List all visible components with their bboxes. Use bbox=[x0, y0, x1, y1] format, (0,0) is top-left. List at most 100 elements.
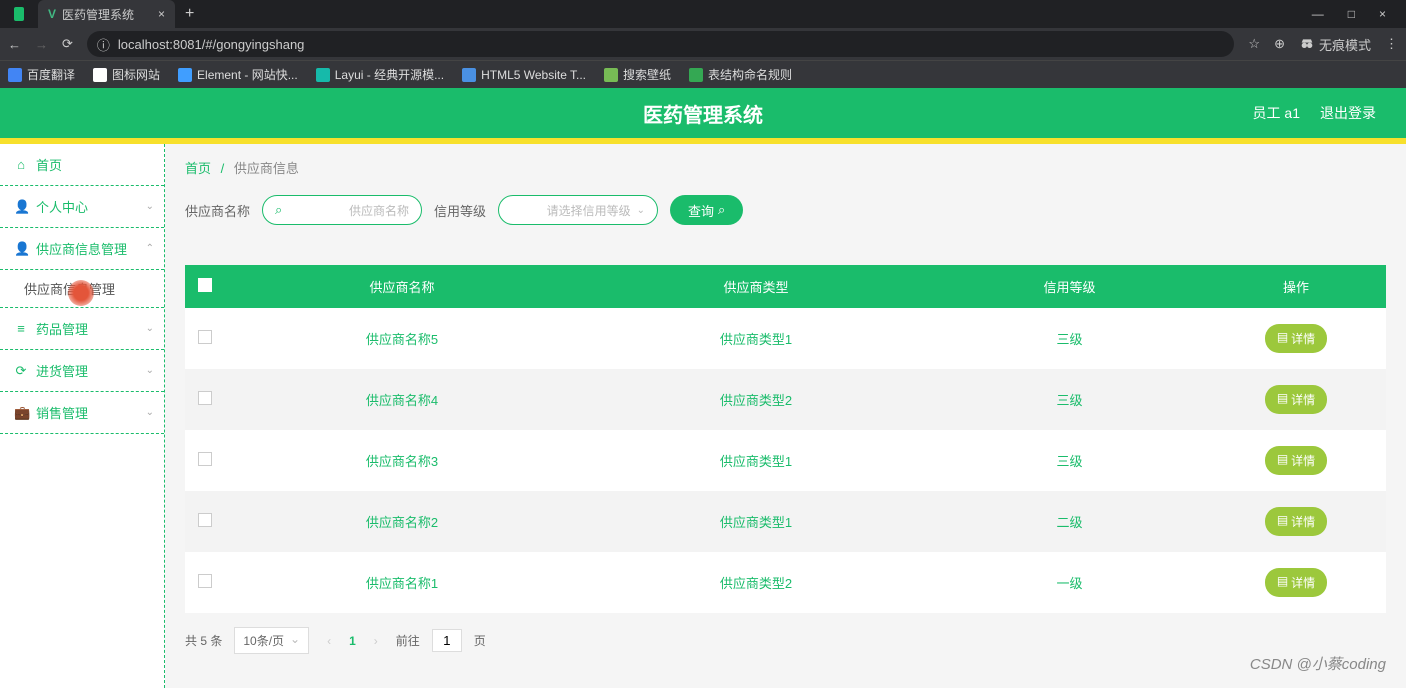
address-bar: ← → ⟳ ⓘ localhost:8081/#/gongyingshang ☆… bbox=[0, 28, 1406, 60]
detail-button[interactable]: ▤ 详情 bbox=[1265, 385, 1327, 414]
cell-name: 供应商名称3 bbox=[225, 430, 579, 491]
row-checkbox[interactable] bbox=[198, 513, 212, 527]
sidebar-item-profile[interactable]: 👤个人中心⌄ bbox=[0, 186, 164, 228]
goto-input[interactable] bbox=[432, 629, 462, 652]
search-form: 供应商名称 ⌕ 供应商名称 信用等级 请选择信用等级 ⌄ 查询⌕ bbox=[185, 195, 1386, 225]
row-checkbox[interactable] bbox=[198, 391, 212, 405]
tab-other[interactable] bbox=[4, 0, 34, 28]
cell-name: 供应商名称2 bbox=[225, 491, 579, 552]
cell-type: 供应商类型1 bbox=[579, 430, 933, 491]
watermark: CSDN @小蔡coding bbox=[1250, 653, 1386, 674]
total-text: 共 5 条 bbox=[185, 632, 222, 649]
cell-type: 供应商类型1 bbox=[579, 308, 933, 369]
bookmark-item[interactable]: 百度翻译 bbox=[8, 66, 75, 83]
detail-button[interactable]: ▤ 详情 bbox=[1265, 568, 1327, 597]
incognito-icon[interactable]: 无痕模式 bbox=[1299, 35, 1371, 54]
cell-level: 三级 bbox=[933, 430, 1206, 491]
cell-name: 供应商名称4 bbox=[225, 369, 579, 430]
star-icon[interactable]: ☆ bbox=[1248, 36, 1260, 52]
list-icon: ≡ bbox=[14, 321, 28, 336]
forward-icon[interactable]: → bbox=[35, 37, 48, 52]
name-input[interactable]: ⌕ 供应商名称 bbox=[262, 195, 422, 225]
prev-page-button[interactable]: ‹ bbox=[321, 634, 337, 648]
user-icon: 👤 bbox=[14, 241, 28, 257]
detail-button[interactable]: ▤ 详情 bbox=[1265, 324, 1327, 353]
col-name: 供应商名称 bbox=[225, 265, 579, 308]
back-icon[interactable]: ← bbox=[8, 37, 21, 52]
url-input[interactable]: ⓘ localhost:8081/#/gongyingshang bbox=[87, 31, 1235, 57]
bookmark-item[interactable]: 搜索壁纸 bbox=[604, 66, 671, 83]
main-content: 首页 / 供应商信息 供应商名称 ⌕ 供应商名称 信用等级 请选择信用等级 ⌄ … bbox=[165, 144, 1406, 688]
table-row: 供应商名称1 供应商类型2 一级 ▤ 详情 bbox=[185, 552, 1386, 613]
doc-icon: ▤ bbox=[1277, 513, 1288, 530]
browser-tab-active[interactable]: V 医药管理系统 × bbox=[38, 0, 175, 28]
col-type: 供应商类型 bbox=[579, 265, 933, 308]
user-label[interactable]: 员工 a1 bbox=[1253, 103, 1300, 123]
chevron-down-icon: ⌄ bbox=[146, 407, 154, 418]
cell-type: 供应商类型2 bbox=[579, 369, 933, 430]
doc-icon: ▤ bbox=[1277, 452, 1288, 469]
breadcrumb: 首页 / 供应商信息 bbox=[185, 158, 1386, 177]
next-page-button[interactable]: › bbox=[368, 634, 384, 648]
url-text: localhost:8081/#/gongyingshang bbox=[118, 37, 304, 52]
search-icon: ⌕ bbox=[275, 202, 282, 218]
cell-type: 供应商类型1 bbox=[579, 491, 933, 552]
table-row: 供应商名称3 供应商类型1 三级 ▤ 详情 bbox=[185, 430, 1386, 491]
bookmark-item[interactable]: Element - 网站快... bbox=[178, 66, 298, 83]
bookmark-item[interactable]: 表结构命名规则 bbox=[689, 66, 792, 83]
row-checkbox[interactable] bbox=[198, 330, 212, 344]
sidebar-item-sales[interactable]: 💼销售管理⌄ bbox=[0, 392, 164, 434]
cell-level: 一级 bbox=[933, 552, 1206, 613]
page-size-select[interactable]: 10条/页⌄ bbox=[234, 627, 309, 654]
sidebar-item-supplier[interactable]: 👤供应商信息管理⌃ bbox=[0, 228, 164, 270]
browser-tab-strip: V 医药管理系统 × + — □ × bbox=[0, 0, 1406, 28]
supplier-table: 供应商名称 供应商类型 信用等级 操作 供应商名称5 供应商类型1 三级 ▤ 详… bbox=[185, 265, 1386, 613]
row-checkbox[interactable] bbox=[198, 452, 212, 466]
detail-button[interactable]: ▤ 详情 bbox=[1265, 446, 1327, 475]
name-label: 供应商名称 bbox=[185, 201, 250, 220]
extension-icon[interactable]: ⊕ bbox=[1274, 36, 1285, 52]
close-icon[interactable]: × bbox=[158, 7, 165, 21]
doc-icon: ▤ bbox=[1277, 391, 1288, 408]
sidebar-sub-supplier-info[interactable]: 供应商信息管理 bbox=[0, 270, 164, 308]
reload-icon[interactable]: ⟳ bbox=[62, 36, 73, 52]
level-select[interactable]: 请选择信用等级 ⌄ bbox=[498, 195, 658, 225]
col-action: 操作 bbox=[1206, 265, 1386, 308]
table-row: 供应商名称5 供应商类型1 三级 ▤ 详情 bbox=[185, 308, 1386, 369]
breadcrumb-home[interactable]: 首页 bbox=[185, 161, 211, 176]
chevron-down-icon: ⌄ bbox=[146, 201, 154, 212]
close-window-icon[interactable]: × bbox=[1379, 7, 1386, 21]
sidebar: ⌂首页 👤个人中心⌄ 👤供应商信息管理⌃ 供应商信息管理 ≡药品管理⌄ ⟳进货管… bbox=[0, 144, 165, 688]
home-icon: ⌂ bbox=[14, 157, 28, 172]
sidebar-item-purchase[interactable]: ⟳进货管理⌄ bbox=[0, 350, 164, 392]
menu-icon[interactable]: ⋮ bbox=[1385, 36, 1398, 52]
cell-name: 供应商名称5 bbox=[225, 308, 579, 369]
doc-icon: ▤ bbox=[1277, 330, 1288, 347]
app-title: 医药管理系统 bbox=[643, 99, 763, 128]
sidebar-item-home[interactable]: ⌂首页 bbox=[0, 144, 164, 186]
page-suffix: 页 bbox=[474, 632, 486, 649]
logout-link[interactable]: 退出登录 bbox=[1320, 103, 1376, 123]
app-header: 医药管理系统 员工 a1 退出登录 bbox=[0, 88, 1406, 138]
info-icon: ⓘ bbox=[97, 35, 110, 54]
new-tab-button[interactable]: + bbox=[185, 5, 194, 23]
cell-type: 供应商类型2 bbox=[579, 552, 933, 613]
row-checkbox[interactable] bbox=[198, 574, 212, 588]
sidebar-item-medicine[interactable]: ≡药品管理⌄ bbox=[0, 308, 164, 350]
page-current[interactable]: 1 bbox=[349, 634, 356, 648]
bookmark-item[interactable]: HTML5 Website T... bbox=[462, 68, 586, 82]
detail-button[interactable]: ▤ 详情 bbox=[1265, 507, 1327, 536]
search-button[interactable]: 查询⌕ bbox=[670, 195, 743, 225]
goto-label: 前往 bbox=[396, 632, 420, 649]
table-row: 供应商名称4 供应商类型2 三级 ▤ 详情 bbox=[185, 369, 1386, 430]
tab-title: 医药管理系统 bbox=[62, 6, 134, 23]
bookmarks-bar: 百度翻译 图标网站 Element - 网站快... Layui - 经典开源模… bbox=[0, 60, 1406, 88]
cell-level: 二级 bbox=[933, 491, 1206, 552]
checkbox-all[interactable] bbox=[198, 278, 212, 292]
cell-level: 三级 bbox=[933, 369, 1206, 430]
bookmark-item[interactable]: Layui - 经典开源模... bbox=[316, 66, 444, 83]
bookmark-item[interactable]: 图标网站 bbox=[93, 66, 160, 83]
cell-name: 供应商名称1 bbox=[225, 552, 579, 613]
maximize-icon[interactable]: □ bbox=[1348, 7, 1355, 21]
minimize-icon[interactable]: — bbox=[1312, 7, 1324, 21]
